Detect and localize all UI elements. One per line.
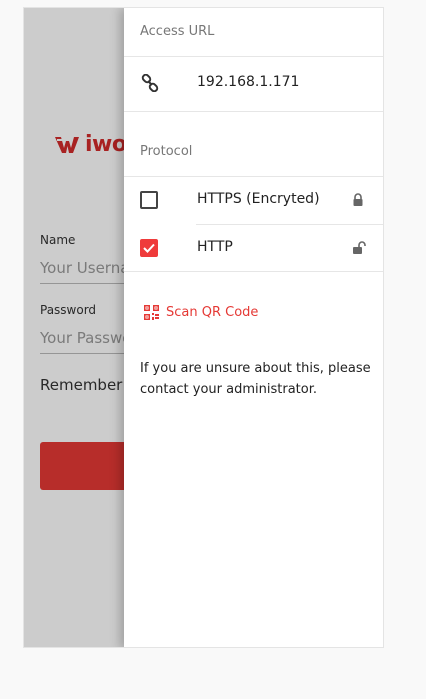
app-window: iwo Name Your Userna Password Your Passw… <box>23 7 384 648</box>
http-checkbox[interactable] <box>140 239 158 257</box>
divider <box>196 224 383 225</box>
https-checkbox[interactable] <box>140 191 158 209</box>
access-url-title: Access URL <box>140 24 215 39</box>
https-option-label[interactable]: HTTPS (Encryted) <box>197 191 320 207</box>
qr-code-icon <box>144 305 159 320</box>
divider <box>124 56 383 57</box>
checkmark-icon <box>143 243 155 253</box>
settings-drawer: Access URL 192.168.1.171 Protocol HTTPS … <box>124 8 383 647</box>
divider <box>124 271 383 272</box>
scan-qr-button[interactable]: Scan QR Code <box>144 305 258 320</box>
link-icon <box>141 74 159 92</box>
http-option-label[interactable]: HTTP <box>197 239 233 255</box>
scan-qr-label[interactable]: Scan QR Code <box>166 305 258 320</box>
access-url-value[interactable]: 192.168.1.171 <box>197 74 299 90</box>
lock-icon <box>353 193 363 206</box>
protocol-title: Protocol <box>140 144 193 159</box>
divider <box>124 176 383 177</box>
divider <box>124 111 383 112</box>
info-text: If you are unsure about this, please con… <box>140 361 371 397</box>
unlock-icon <box>353 241 366 254</box>
